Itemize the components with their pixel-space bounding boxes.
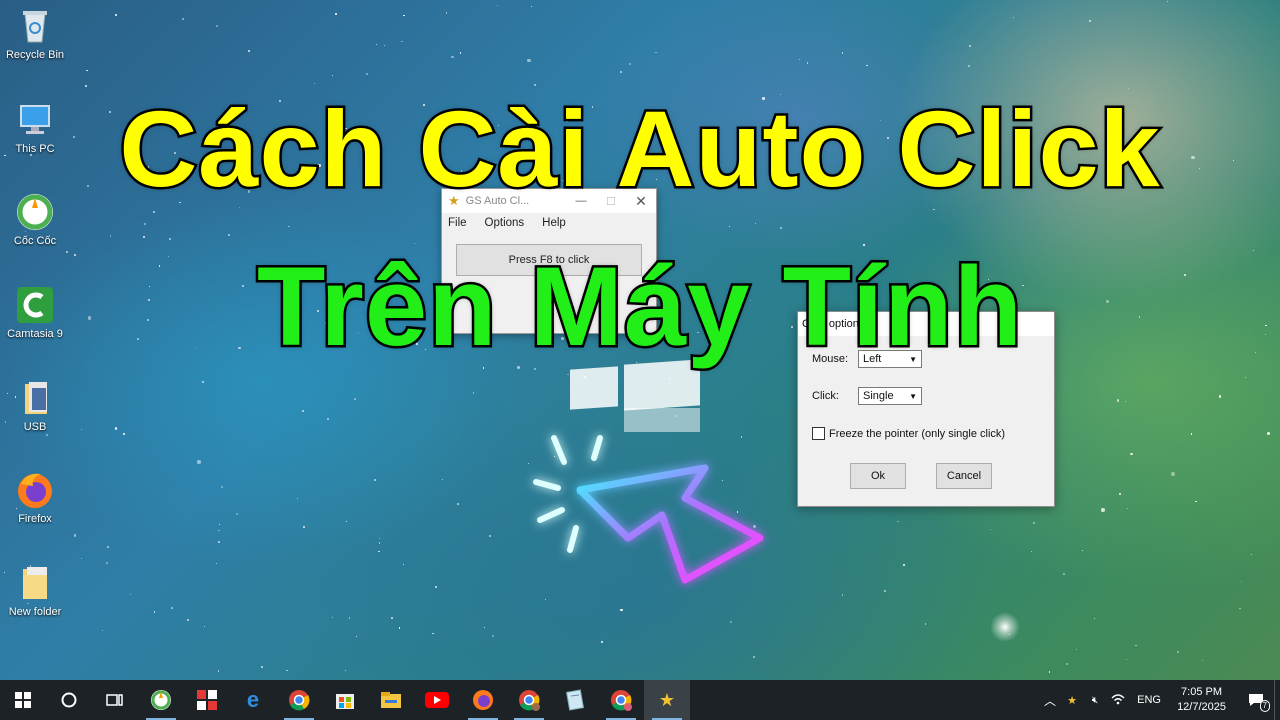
click-label: Click: (812, 390, 839, 402)
chevron-up-icon[interactable]: ︿ (1039, 692, 1061, 709)
headline-line-1: Cách Cài Auto Click (117, 86, 1162, 212)
input-language[interactable]: ENG (1129, 694, 1169, 706)
task-view-button[interactable] (92, 680, 138, 720)
desktop-icon-label: USB (23, 421, 47, 433)
freeze-row: Freeze the pointer (only single click) (812, 427, 1005, 440)
neon-cursor-graphic (533, 435, 764, 584)
app-grid-icon (197, 690, 217, 710)
chrome-icon (289, 690, 310, 711)
youtube-taskbar-icon[interactable] (414, 680, 460, 720)
desktop-icon-label: Firefox (18, 513, 52, 525)
clock-date: 12/7/2025 (1177, 701, 1226, 713)
chrome-taskbar-icon[interactable] (276, 680, 322, 720)
edge-taskbar-icon[interactable]: e (230, 680, 276, 720)
file-explorer-taskbar-icon[interactable] (368, 680, 414, 720)
edge-icon: e (246, 687, 260, 712)
menu-help[interactable]: Help (540, 217, 568, 229)
speaker-muted-icon[interactable]: 🔇︎ (1083, 695, 1107, 706)
search-button[interactable] (46, 680, 92, 720)
star-icon: ★ (658, 689, 676, 710)
cancel-button[interactable]: Cancel (936, 463, 992, 489)
folder-icon (15, 378, 55, 418)
show-desktop-button[interactable] (1274, 680, 1280, 720)
chrome-icon (611, 690, 632, 711)
click-row: Click: Single ▼ (812, 387, 922, 405)
store-icon (336, 694, 354, 709)
desktop-icon-firefox[interactable]: Firefox (0, 470, 70, 525)
gs-autoclicker-taskbar-icon[interactable]: ★ (644, 680, 690, 720)
desktop-icon-new-folder[interactable]: New folder (0, 563, 70, 618)
star-tray-icon[interactable]: ★ (1061, 694, 1083, 707)
desktop-icon-label: New folder (8, 606, 62, 618)
click-type-select[interactable]: Single ▼ (858, 387, 922, 405)
cortana-circle-icon (61, 692, 77, 708)
freeze-pointer-checkbox[interactable] (812, 427, 825, 440)
store-taskbar-icon[interactable] (322, 680, 368, 720)
notification-count-badge: 7 (1259, 700, 1270, 712)
chrome-profile2-taskbar-icon[interactable] (598, 680, 644, 720)
click-type-value: Single (863, 390, 894, 402)
menu-file[interactable]: File (446, 217, 469, 229)
notepad-taskbar-icon[interactable] (552, 680, 598, 720)
youtube-icon (425, 692, 449, 708)
clock-time: 7:05 PM (1181, 686, 1223, 698)
ok-button[interactable]: Ok (850, 463, 906, 489)
firefox-icon (473, 690, 493, 710)
clock[interactable]: 7:05 PM 12/7/2025 (1177, 685, 1226, 715)
task-view-icon (106, 694, 123, 706)
windows-start-icon (15, 692, 31, 708)
gs-menubar: File Options Help (442, 213, 656, 233)
desktop-icon-usb[interactable]: USB (0, 378, 70, 433)
folder-icon (15, 563, 55, 603)
system-tray: ︿ ★ 🔇︎ ENG 7:05 PM 12/7/2025 7 (1039, 680, 1280, 720)
wifi-icon[interactable] (1107, 692, 1129, 709)
start-button[interactable] (0, 680, 46, 720)
desktop-icon-label: Recycle Bin (5, 49, 65, 61)
action-center-button[interactable]: 7 (1238, 680, 1274, 720)
coccoc-icon (151, 690, 171, 710)
chrome-icon (519, 690, 540, 711)
firefox-icon (15, 470, 55, 510)
notepad-icon (565, 689, 585, 711)
chevron-down-icon: ▼ (909, 391, 917, 401)
menu-options[interactable]: Options (483, 217, 527, 229)
recycle-bin-icon (15, 6, 55, 46)
freeze-pointer-label: Freeze the pointer (only single click) (829, 427, 1006, 440)
chrome-profile-taskbar-icon[interactable] (506, 680, 552, 720)
folder-icon (381, 692, 401, 708)
headline-line-2: Trên Máy Tính (255, 242, 1025, 372)
coccoc-taskbar-icon[interactable] (138, 680, 184, 720)
app-grid-taskbar-icon[interactable] (184, 680, 230, 720)
taskbar: e ★ ︿ ★ 🔇︎ ENG 7:05 PM 12/7/2025 7 (0, 680, 1280, 720)
firefox-taskbar-icon[interactable] (460, 680, 506, 720)
desktop-icon-recycle-bin[interactable]: Recycle Bin (0, 6, 70, 61)
